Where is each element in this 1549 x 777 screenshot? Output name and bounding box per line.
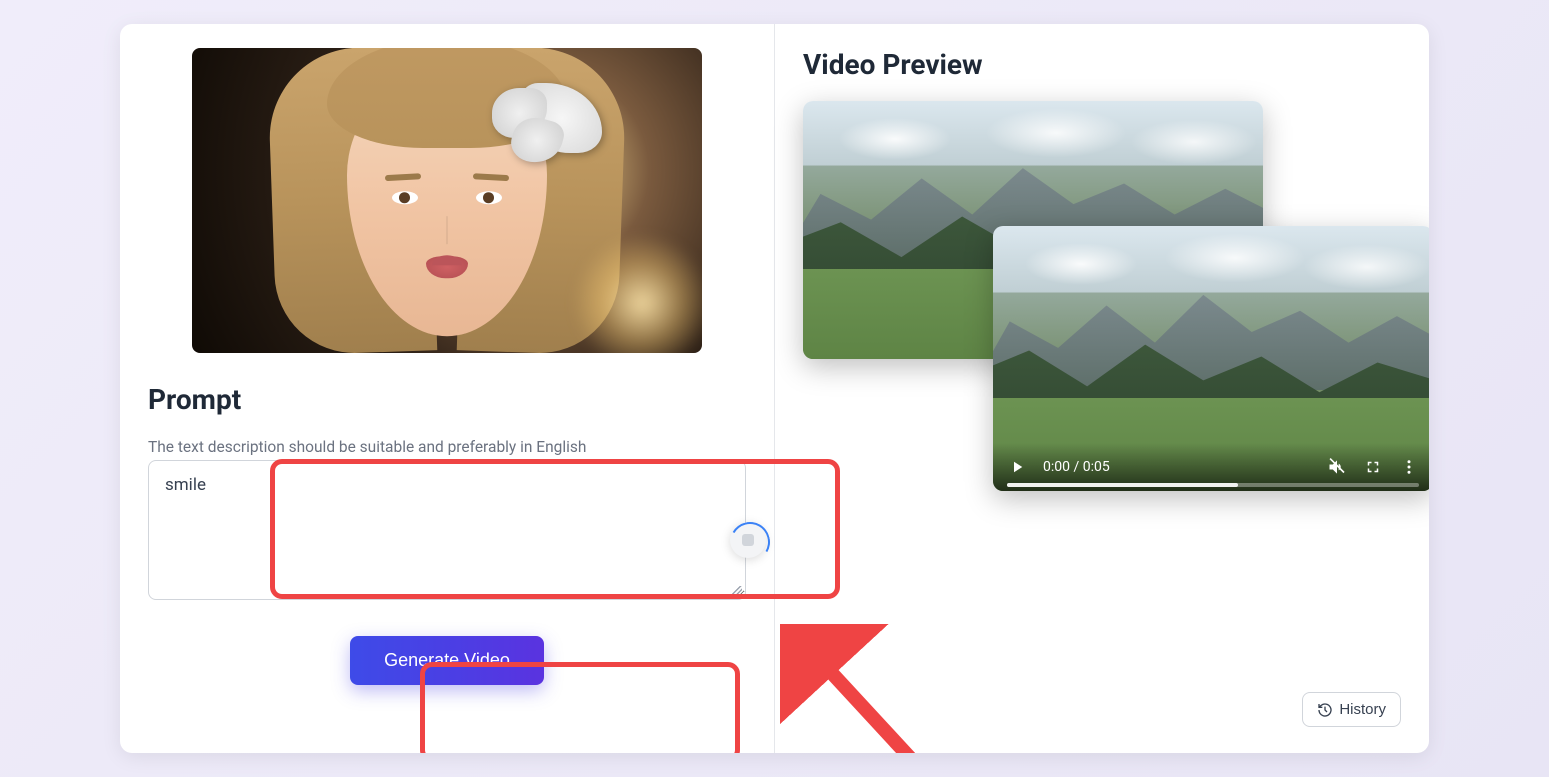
history-icon <box>1317 702 1333 718</box>
play-button[interactable] <box>1007 457 1027 477</box>
right-panel: Video Preview <box>775 24 1429 753</box>
fullscreen-button[interactable] <box>1363 457 1383 477</box>
source-image[interactable] <box>192 48 702 353</box>
mute-button[interactable] <box>1327 457 1347 477</box>
video-progress-bar[interactable] <box>1007 483 1419 487</box>
prompt-textarea-wrap: smile <box>148 460 746 604</box>
generate-video-button[interactable]: Generate Video <box>350 636 544 685</box>
video-time-display: 0:00 / 0:05 <box>1043 459 1311 475</box>
more-vertical-icon <box>1400 458 1418 476</box>
volume-muted-icon <box>1327 457 1347 477</box>
prompt-input[interactable]: smile <box>148 460 746 600</box>
loading-spinner-icon <box>730 522 766 558</box>
prompt-heading: Prompt <box>148 383 746 416</box>
fullscreen-icon <box>1364 458 1382 476</box>
left-panel: Prompt The text description should be su… <box>120 24 775 753</box>
history-label: History <box>1339 701 1386 718</box>
video-controls: 0:00 / 0:05 <box>993 443 1429 491</box>
preview-heading: Video Preview <box>803 48 1401 81</box>
play-icon <box>1008 458 1026 476</box>
more-button[interactable] <box>1399 457 1419 477</box>
main-card: Prompt The text description should be su… <box>120 24 1429 753</box>
prompt-hint-text: The text description should be suitable … <box>148 438 746 456</box>
history-button[interactable]: History <box>1302 692 1401 727</box>
preview-video-player[interactable]: 0:00 / 0:05 <box>993 226 1429 491</box>
preview-stack: 0:00 / 0:05 <box>803 101 1401 531</box>
